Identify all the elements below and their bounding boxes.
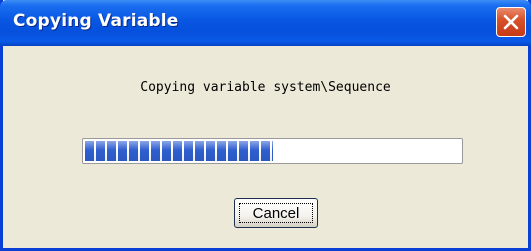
window-title: Copying Variable <box>13 11 179 31</box>
progress-track <box>85 141 460 161</box>
close-button[interactable] <box>496 7 526 37</box>
cancel-button-label: Cancel <box>239 203 313 223</box>
title-bar[interactable]: Copying Variable <box>0 0 531 46</box>
copying-variable-dialog: Copying Variable Copying variable system… <box>0 0 531 251</box>
progress-fill <box>85 141 273 161</box>
copy-progress-bar <box>82 138 463 164</box>
close-x-icon <box>503 14 519 30</box>
status-message: Copying variable system\Sequence <box>140 80 391 95</box>
cancel-button[interactable]: Cancel <box>234 198 318 228</box>
